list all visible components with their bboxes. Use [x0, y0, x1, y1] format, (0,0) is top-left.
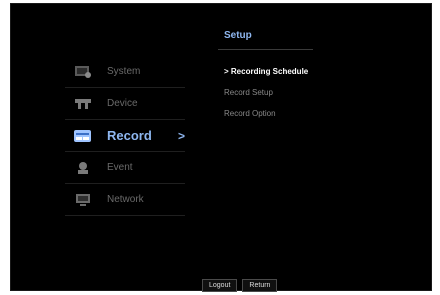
sidebar-item-label: Record: [107, 128, 152, 143]
submenu-item-record-setup[interactable]: Record Setup: [224, 88, 308, 99]
event-icon: [73, 160, 93, 176]
footer-buttons: Logout Return: [202, 279, 278, 292]
sidebar-item-label: System: [107, 66, 141, 77]
system-icon: [73, 64, 93, 80]
submenu-item-record-option[interactable]: Record Option: [224, 109, 308, 120]
record-submenu: > Recording Schedule Record Setup Record…: [224, 67, 308, 130]
return-button[interactable]: Return: [242, 279, 278, 292]
sidebar-item-label: Device: [107, 98, 138, 109]
sidebar-item-event[interactable]: Event: [65, 152, 185, 184]
setup-screen: Setup System Device Record > Event Netwo…: [10, 3, 432, 292]
logout-button[interactable]: Logout: [202, 279, 238, 292]
sidebar-item-label: Event: [107, 162, 133, 173]
record-icon: [73, 128, 93, 144]
device-icon: [73, 96, 93, 112]
sidebar-menu: System Device Record > Event Network: [65, 56, 185, 216]
sidebar-item-label: Network: [107, 194, 144, 205]
title-divider: [218, 49, 313, 50]
sidebar-item-network[interactable]: Network: [65, 184, 185, 216]
sidebar-item-system[interactable]: System: [65, 56, 185, 88]
page-title: Setup: [224, 30, 252, 41]
sidebar-item-device[interactable]: Device: [65, 88, 185, 120]
chevron-right-icon: >: [178, 128, 186, 143]
network-icon: [73, 192, 93, 208]
sidebar-item-record[interactable]: Record >: [65, 120, 185, 152]
submenu-item-recording-schedule[interactable]: > Recording Schedule: [224, 67, 308, 78]
